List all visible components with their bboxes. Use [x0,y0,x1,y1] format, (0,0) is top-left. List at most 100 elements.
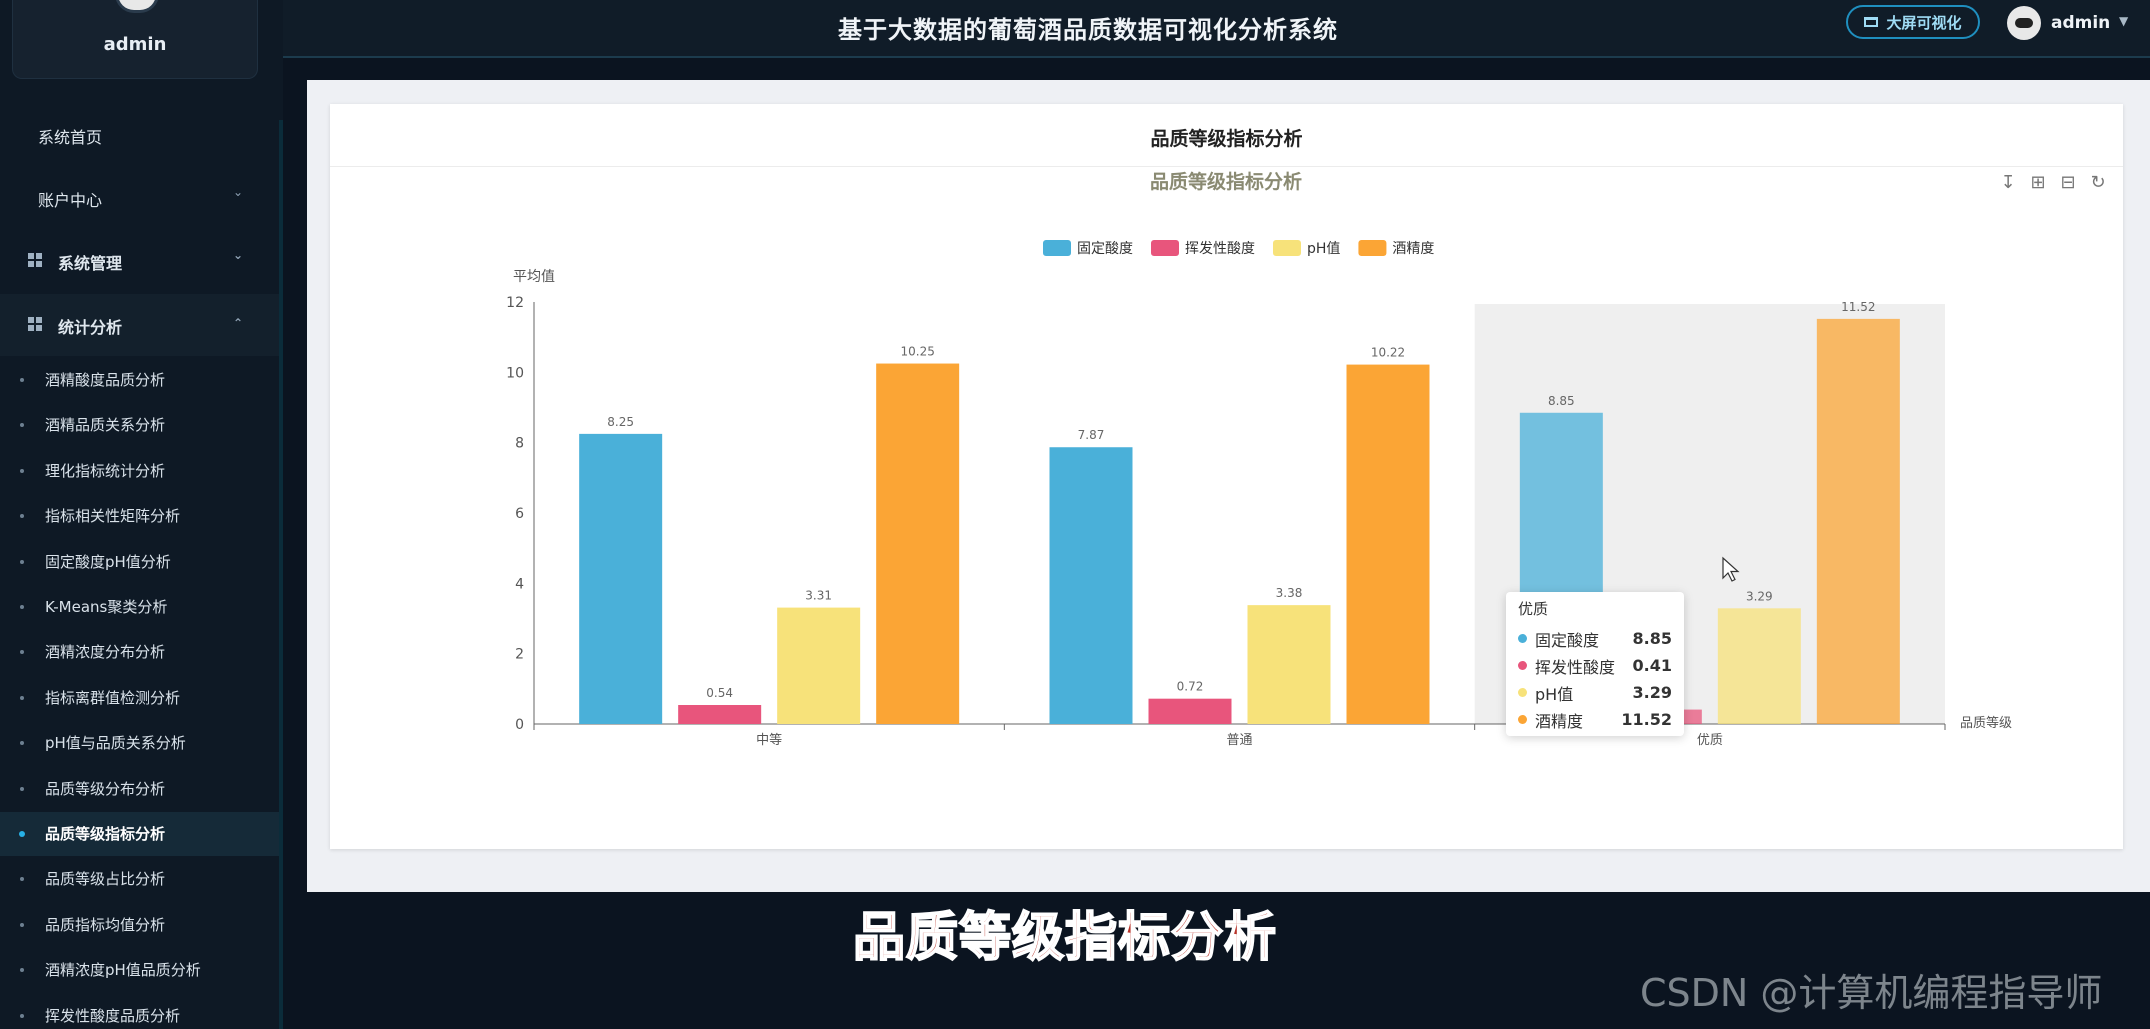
bigscreen-button[interactable]: 大屏可视化 [1846,5,1980,39]
chevron-down-icon: ⌄ [232,248,243,262]
avatar[interactable] [115,0,159,13]
bar-value-label: 11.52 [1841,300,1875,314]
bar-value-label: 3.31 [805,589,832,603]
sidebar-group-label: 统计分析 [58,318,123,337]
sidebar-subitem-label: 酒精酸度品质分析 [45,371,166,389]
legend-swatch [1043,240,1071,256]
grid-icon [28,317,42,331]
sidebar-subitem-label: 酒精浓度pH值品质分析 [45,961,201,980]
sidebar-subitem[interactable]: 理化指标统计分析 [0,449,279,493]
sidebar-subitem[interactable]: K-Means聚类分析 [0,585,279,629]
sidebar-subitem-label: 酒精品质关系分析 [45,416,166,435]
grid-icon [28,253,42,267]
sidebar-subitem[interactable]: 挥发性酸度品质分析 [0,994,279,1029]
sidebar-subitem[interactable]: 酒精浓度pH值品质分析 [0,948,279,992]
chart-title: 品质等级指标分析 [1150,170,1302,193]
video-caption: 品质等级指标分析 [852,907,1278,969]
sidebar-subitem-label: 品质等级指标分析 [45,825,166,843]
sidebar-subitem[interactable]: pH值与品质关系分析 [0,721,279,765]
bar [876,363,960,724]
sidebar-subitem[interactable]: 指标离群值检测分析 [0,676,279,720]
sidebar-subitem[interactable]: 指标相关性矩阵分析 [0,494,279,538]
sidebar-subitem[interactable]: 品质等级分布分析 [0,767,279,811]
bar-value-label: 7.87 [1078,428,1105,442]
tooltip-series-value: 11.52 [1621,710,1672,729]
sidebar: admin 系统首页 账户中心 ⌄ 系统管理 ⌄ 统计分析 ⌃ 酒精酸度品质分析… [0,0,283,1029]
sidebar-user-card: admin [12,0,258,79]
sidebar-subitem[interactable]: 酒精酸度品质分析 [0,358,279,402]
header-avatar[interactable] [2007,6,2041,40]
bullet-icon [20,468,24,473]
bar [1816,318,1900,724]
series-dot-icon [1518,634,1527,643]
bullet-icon [20,378,24,382]
sidebar-subitem-label: 品质指标均值分析 [45,915,166,934]
y-tick-label: 0 [515,717,524,733]
bar-value-label: 0.54 [706,686,733,700]
sidebar-subitem[interactable]: 品质等级指标分析 [0,812,279,856]
legend-label: 固定酸度 [1077,241,1133,257]
bar-value-label: 10.25 [900,345,934,359]
tooltip-series-name: 固定酸度 [1535,630,1600,650]
page-title: 基于大数据的葡萄酒品质数据可视化分析系统 [838,16,1338,44]
tooltip-row: 固定酸度 8.85 [1518,625,1672,652]
bullet-icon [20,968,24,973]
chart-card: 品质等级指标分析 ↧ ⊞ ⊟ ↻ 品质等级指标分析 固定酸度 挥发性酸度 pH值 酒精度… [330,104,2123,849]
bar-value-label: 0.72 [1177,680,1204,694]
legend-label: pH值 [1307,241,1340,257]
tooltip-series-name: 酒精度 [1535,711,1584,731]
bullet-icon [20,786,24,791]
bullet-icon [20,922,24,927]
legend-swatch [1273,240,1301,256]
y-tick-label: 10 [506,365,524,381]
tooltip-series-value: 3.29 [1632,683,1672,702]
bar-value-label: 3.29 [1746,589,1773,603]
bar [1717,608,1801,724]
tooltip-series-value: 8.85 [1632,629,1672,648]
chevron-down-icon: ⌄ [232,185,243,199]
tooltip-title: 优质 [1518,600,1549,618]
bar-chart: 品质等级指标分析固定酸度 挥发性酸度 pH值 酒精度平均值0246810128.250… [506,170,2012,748]
tooltip-row: 挥发性酸度 0.41 [1518,652,1672,679]
cart-icon [1864,17,1879,27]
bar-value-label: 3.38 [1276,586,1303,600]
watermark: CSDN @计算机编程指导师 [1640,971,2103,1015]
legend-swatch [1151,240,1179,256]
sidebar-user-name: admin [103,34,167,55]
bullet-icon [20,605,24,609]
sidebar-subitem[interactable]: 品质等级占比分析 [0,857,279,901]
series-dot-icon [1518,688,1527,697]
y-tick-label: 4 [515,576,524,592]
caret-down-icon[interactable]: ▼ [2119,14,2128,28]
y-tick-label: 2 [515,647,524,663]
bar-value-label: 10.22 [1371,346,1405,360]
sidebar-subitem-label: 指标离群值检测分析 [45,688,181,707]
sidebar-subitem[interactable]: 酒精品质关系分析 [0,403,279,447]
sidebar-subitem[interactable]: 固定酸度pH值分析 [0,540,279,584]
legend-label: 挥发性酸度 [1185,241,1255,257]
bullet-icon [20,877,24,882]
bullet-icon [20,423,24,428]
bullet-icon [20,741,24,746]
header-user-name[interactable]: admin [2051,13,2110,33]
tooltip-row: 酒精度 11.52 [1518,706,1672,733]
sidebar-subitem-label: pH值与品质关系分析 [45,734,186,753]
bar [579,433,663,724]
sidebar-item-label: 账户中心 [38,191,103,210]
chart-tooltip: 优质 固定酸度 8.85 挥发性酸度 0.41 pH值 3.29 酒精度 11.52 [1506,592,1684,736]
bar [1247,605,1331,724]
sidebar-subitem-label: 理化指标统计分析 [45,461,166,480]
sidebar-subitem[interactable]: 品质指标均值分析 [0,903,279,947]
bigscreen-button-label: 大屏可视化 [1886,13,1962,32]
x-tick-label: 优质 [1697,733,1723,748]
x-tick-label: 普通 [1226,733,1252,748]
sidebar-subitem[interactable]: 酒精浓度分布分析 [0,630,279,674]
bar [1049,447,1133,724]
sidebar-subitem-label: 挥发性酸度品质分析 [45,1006,181,1025]
bullet-icon [20,695,24,700]
bullet-icon [20,559,24,564]
sidebar-subitem-label: 品质等级分布分析 [45,779,166,798]
series-dot-icon [1518,715,1527,724]
tooltip-series-name: 挥发性酸度 [1535,657,1616,677]
bar-value-label: 8.85 [1548,394,1575,408]
